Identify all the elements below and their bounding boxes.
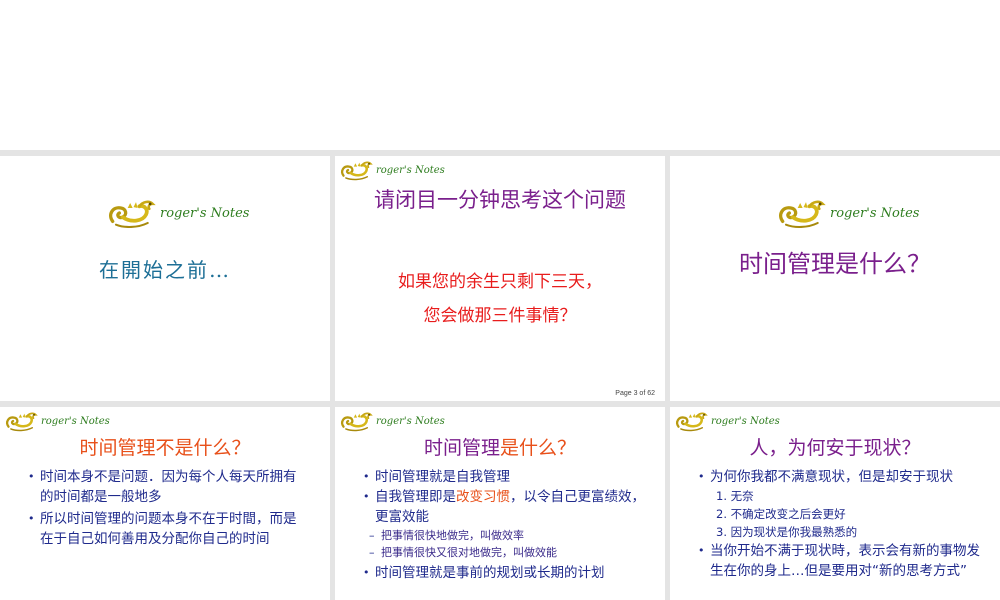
logo-text: roger's Notes [830, 205, 920, 221]
dragon-icon [339, 409, 373, 433]
logo-text: roger's Notes [711, 415, 780, 427]
slide-thumbnail-4[interactable]: roger's Notes 时间管理不是什么？ 时间本身不是问题．因为每个人每天… [0, 407, 330, 600]
dragon-icon [4, 409, 38, 433]
bullet-list: 为何你我都不满意现状，但是却安于现状 1. 无奈 2. 不确定改变之后会更好 3… [698, 467, 983, 581]
slide-title: 人，为何安于现状？ [749, 438, 921, 459]
item-text: 无奈 [730, 489, 754, 503]
dragon-icon [339, 158, 373, 182]
slide-title: 请闭目一分钟思考这个问题 [374, 189, 626, 212]
rogers-notes-logo: roger's Notes [776, 196, 919, 230]
dragon-icon [674, 409, 708, 433]
slide-thumbnail-2[interactable]: roger's Notes 请闭目一分钟思考这个问题 如果您的余生只剩下三天， … [335, 156, 665, 401]
title-part-1: 时间管理 [423, 438, 500, 459]
rogers-notes-logo: roger's Notes [106, 196, 249, 230]
bullet-text: 自我管理即是 [375, 489, 456, 505]
question-line-1: 如果您的余生只剩下三天， [398, 272, 602, 292]
bullet-item: 时间本身不是问题．因为每个人每天所拥有的时间都是一般地多 [28, 467, 306, 507]
rogers-notes-logo: roger's Notes [339, 158, 445, 182]
slide-thumbnail-3[interactable]: roger's Notes 时间管理是什么？ [670, 156, 1000, 401]
page-number: Page 3 of 62 [615, 390, 655, 397]
bullet-item: 所以时间管理的问题本身不在于时間，而是在于自己如何善用及分配你自己的时间 [28, 509, 306, 549]
slide-title: 时间管理是什么？ [335, 433, 665, 460]
slide-title: 在開始之前… [99, 258, 231, 282]
dragon-icon [776, 196, 826, 230]
slide-thumbnail-5[interactable]: roger's Notes 时间管理是什么？ 时间管理就是自我管理 自我管理即是… [335, 407, 665, 600]
numbered-item: 3. 因为现状是你我最熟悉的 [698, 523, 983, 541]
slide-title: 时间管理是什么？ [739, 251, 931, 278]
bullet-item: 时间管理就是自我管理 [363, 467, 648, 487]
numbered-item: 2. 不确定改变之后会更好 [698, 505, 983, 523]
sub-bullet-item: 把事情很快又很对地做完，叫做效能 [363, 544, 648, 561]
slide-thumbnail-6[interactable]: roger's Notes 人，为何安于现状？ 为何你我都不满意现状，但是却安于… [670, 407, 1000, 600]
rogers-notes-logo: roger's Notes [674, 409, 780, 433]
question-line-2: 您会做那三件事情？ [423, 306, 577, 326]
sub-bullet-item: 把事情很快地做完，叫做效率 [363, 527, 648, 544]
bullet-item: 为何你我都不满意现状，但是却安于现状 [698, 467, 983, 487]
rogers-notes-logo: roger's Notes [4, 409, 110, 433]
slide-thumbnail-1[interactable]: roger's Notes 在開始之前… [0, 156, 330, 401]
numbered-item: 1. 无奈 [698, 487, 983, 505]
logo-text: roger's Notes [160, 205, 250, 221]
rogers-notes-logo: roger's Notes [339, 409, 445, 433]
slide-title: 时间管理不是什么？ [79, 438, 251, 459]
bullet-item: 自我管理即是改变习惯，以令自己更富绩效，更富效能 [363, 487, 648, 527]
logo-text: roger's Notes [41, 415, 110, 427]
dragon-icon [106, 196, 156, 230]
bullet-list: 时间本身不是问题．因为每个人每天所拥有的时间都是一般地多 所以时间管理的问题本身… [28, 467, 306, 549]
logo-text: roger's Notes [376, 164, 445, 176]
item-text: 因为现状是你我最熟悉的 [730, 525, 858, 539]
bullet-item: 当你开始不满于现状時，表示会有新的事物发生在你的身上…但是要用对“新的思考方式” [698, 541, 983, 581]
item-number: 1. [716, 489, 727, 503]
title-part-2: 是什么？ [500, 438, 577, 459]
item-text: 不确定改变之后会更好 [730, 507, 846, 521]
bullet-list: 时间管理就是自我管理 自我管理即是改变习惯，以令自己更富绩效，更富效能 把事情很… [363, 467, 648, 583]
item-number: 3. [716, 525, 727, 539]
highlight-text: 改变习惯 [456, 489, 510, 505]
bullet-item: 时间管理就是事前的规划或长期的计划 [363, 563, 648, 583]
logo-text: roger's Notes [376, 415, 445, 427]
item-number: 2. [716, 507, 727, 521]
